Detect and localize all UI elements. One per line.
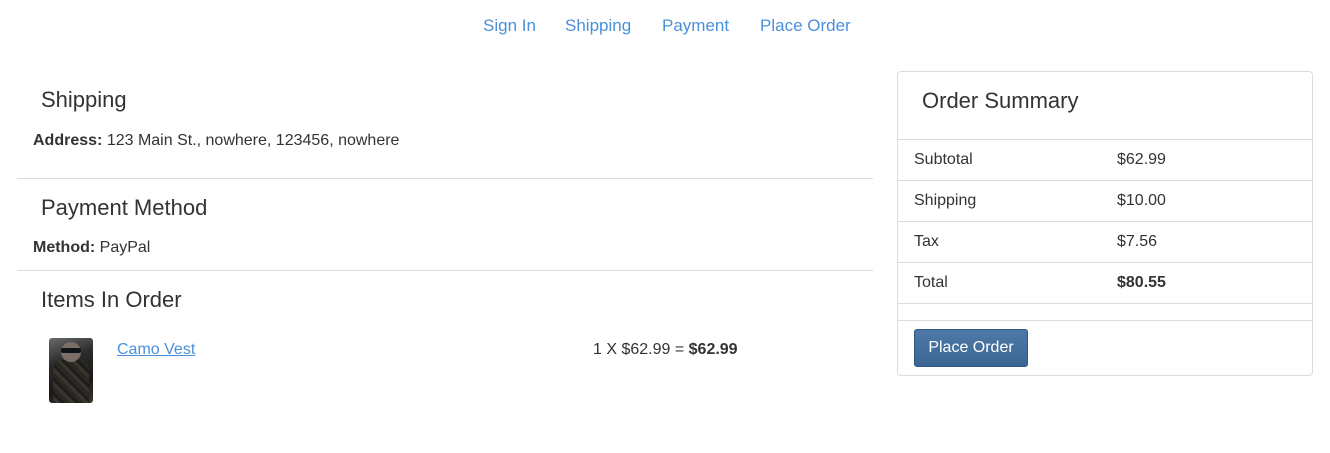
order-details: Shipping Address: 123 Main St., nowhere,… [17,70,873,421]
items-section: Items In Order Camo Vest 1 X $62.99 = $6… [17,271,873,421]
order-summary-card: Order Summary Subtotal $62.99 Shipping $… [897,71,1313,376]
step-shipping-link[interactable]: Shipping [565,16,631,36]
summary-label: Shipping [914,192,977,209]
step-place-order-link[interactable]: Place Order [760,16,851,36]
step-payment-link[interactable]: Payment [662,16,729,36]
summary-label: Subtotal [914,151,973,168]
shipping-section: Shipping Address: 123 Main St., nowhere,… [17,70,873,179]
summary-value: $10.00 [1117,192,1166,209]
qty-price: 1 X $62.99 = [593,341,689,358]
divider [898,320,1312,321]
checkout-steps: Sign In Shipping Payment Place Order [0,0,1330,54]
payment-method: Method: PayPal [33,239,150,257]
items-title: Items In Order [41,287,182,312]
method-value: PayPal [99,239,151,256]
summary-label: Total [914,274,948,291]
line-total: $62.99 [688,341,738,358]
payment-section: Payment Method Method: PayPal [17,179,873,271]
address-label: Address: [33,132,103,149]
summary-row-subtotal: Subtotal $62.99 [898,140,1312,181]
product-link[interactable]: Camo Vest [117,341,195,359]
item-price-calc: 1 X $62.99 = $62.99 [593,341,738,359]
summary-title: Order Summary [922,88,1079,113]
summary-row-shipping: Shipping $10.00 [898,181,1312,222]
summary-value: $80.55 [1117,274,1166,291]
address-value: 123 Main St., nowhere, 123456, nowhere [106,132,400,149]
product-image [49,338,93,403]
summary-value: $62.99 [1117,151,1166,168]
step-sign-in-link[interactable]: Sign In [483,16,536,36]
method-label: Method: [33,239,96,256]
summary-label: Tax [914,233,939,250]
shipping-address: Address: 123 Main St., nowhere, 123456, … [33,132,399,150]
summary-row-tax: Tax $7.56 [898,222,1312,263]
place-order-button[interactable]: Place Order [914,329,1028,367]
summary-row-total: Total $80.55 [898,263,1312,304]
payment-title: Payment Method [41,195,208,220]
shipping-title: Shipping [41,87,127,112]
summary-value: $7.56 [1117,233,1158,250]
